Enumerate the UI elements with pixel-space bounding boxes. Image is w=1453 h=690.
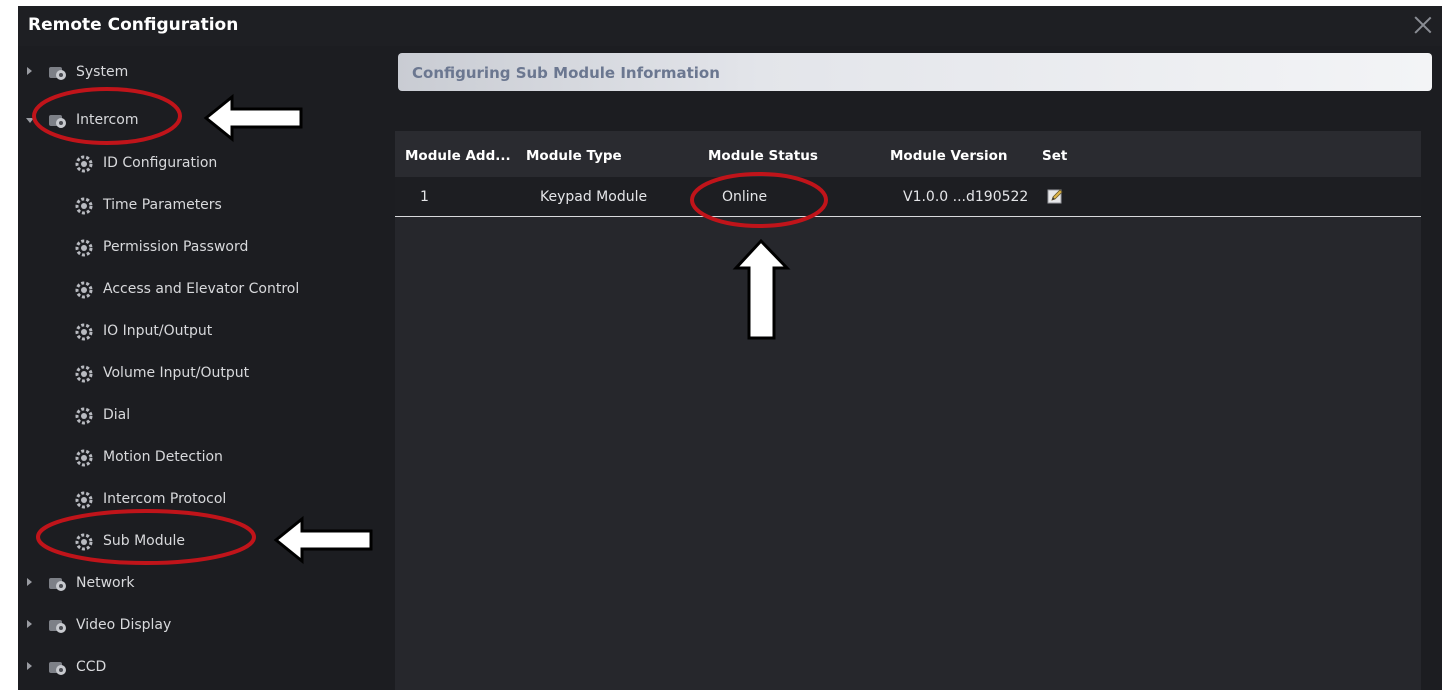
- settings-folder-icon: [49, 620, 66, 633]
- title-bar: Remote Configuration: [18, 6, 1442, 46]
- sidebar-item-label: Sub Module: [103, 533, 186, 549]
- sidebar-item-permission-password[interactable]: Permission Password: [18, 228, 380, 268]
- column-header-module-type[interactable]: Module Type: [526, 148, 622, 164]
- sidebar-item-intercom[interactable]: Intercom: [18, 101, 380, 141]
- gear-icon: [75, 239, 93, 257]
- expand-arrow-icon[interactable]: [27, 662, 32, 670]
- sidebar-item-label: Intercom: [76, 112, 139, 128]
- remote-configuration-window: Remote Configuration System Intercom ID …: [18, 6, 1442, 690]
- cell-module-status: Online: [722, 189, 768, 205]
- sidebar-item-time-parameters[interactable]: Time Parameters: [18, 186, 380, 226]
- sidebar-item-io-input-output[interactable]: IO Input/Output: [18, 312, 380, 352]
- expand-arrow-icon[interactable]: [27, 620, 32, 628]
- settings-folder-icon: [49, 115, 66, 128]
- sidebar-item-volume-input-output[interactable]: Volume Input/Output: [18, 354, 380, 394]
- column-header-module-version[interactable]: Module Version: [890, 148, 1008, 164]
- sidebar: System Intercom ID Configuration Time Pa…: [18, 46, 380, 690]
- sub-module-table: Module Add... Module Type Module Status …: [395, 131, 1421, 690]
- gear-icon: [75, 533, 93, 551]
- window-title: Remote Configuration: [28, 15, 239, 35]
- sidebar-item-label: Motion Detection: [103, 449, 223, 465]
- sidebar-item-motion-detection[interactable]: Motion Detection: [18, 438, 380, 478]
- sidebar-item-label: ID Configuration: [103, 155, 218, 171]
- column-header-set[interactable]: Set: [1042, 148, 1067, 164]
- gear-icon: [75, 491, 93, 509]
- sidebar-item-label: Time Parameters: [103, 197, 222, 213]
- gear-icon: [75, 197, 93, 215]
- cell-module-version: V1.0.0 ...d190522: [903, 189, 1029, 205]
- expand-arrow-icon[interactable]: [27, 67, 32, 75]
- collapse-arrow-icon[interactable]: [26, 118, 34, 123]
- table-row[interactable]: 1 Keypad Module Online V1.0.0 ...d190522: [395, 177, 1421, 217]
- column-header-module-status[interactable]: Module Status: [708, 148, 818, 164]
- sidebar-item-dial[interactable]: Dial: [18, 396, 380, 436]
- sidebar-item-label: Volume Input/Output: [103, 365, 250, 381]
- gear-icon: [75, 323, 93, 341]
- sidebar-item-label: Intercom Protocol: [103, 491, 227, 507]
- sidebar-item-video-display[interactable]: Video Display: [18, 606, 380, 646]
- settings-folder-icon: [49, 578, 66, 591]
- sidebar-item-label: IO Input/Output: [103, 323, 213, 339]
- edit-icon[interactable]: [1047, 188, 1065, 205]
- gear-icon: [75, 365, 93, 383]
- gear-icon: [75, 449, 93, 467]
- main-panel: Configuring Sub Module Information Modul…: [390, 46, 1442, 690]
- sidebar-item-label: Access and Elevator Control: [103, 281, 300, 297]
- sidebar-item-label: Network: [76, 575, 135, 591]
- column-header-module-address[interactable]: Module Add...: [405, 148, 511, 164]
- section-title: Configuring Sub Module Information: [412, 64, 720, 82]
- sidebar-item-network[interactable]: Network: [18, 564, 380, 604]
- expand-arrow-icon[interactable]: [27, 578, 32, 586]
- sidebar-item-label: CCD: [76, 659, 107, 675]
- sidebar-item-label: Dial: [103, 407, 131, 423]
- gear-icon: [75, 281, 93, 299]
- sidebar-item-label: Permission Password: [103, 239, 249, 255]
- sidebar-item-system[interactable]: System: [18, 53, 380, 93]
- gear-icon: [75, 155, 93, 173]
- settings-folder-icon: [49, 67, 66, 80]
- section-header: Configuring Sub Module Information: [398, 53, 1432, 91]
- settings-folder-icon: [49, 662, 66, 675]
- cell-module-type: Keypad Module: [540, 189, 648, 205]
- cell-module-address: 1: [420, 189, 429, 205]
- sidebar-item-intercom-protocol[interactable]: Intercom Protocol: [18, 480, 380, 520]
- sidebar-item-label: System: [76, 64, 129, 80]
- table-header: Module Add... Module Type Module Status …: [395, 131, 1421, 177]
- sidebar-item-ccd[interactable]: CCD: [18, 648, 380, 688]
- sidebar-item-sub-module[interactable]: Sub Module: [18, 522, 380, 562]
- sidebar-item-id-configuration[interactable]: ID Configuration: [18, 144, 380, 184]
- sidebar-item-label: Video Display: [76, 617, 172, 633]
- sidebar-item-access-elevator-control[interactable]: Access and Elevator Control: [18, 270, 380, 310]
- close-button[interactable]: [1410, 12, 1436, 38]
- gear-icon: [75, 407, 93, 425]
